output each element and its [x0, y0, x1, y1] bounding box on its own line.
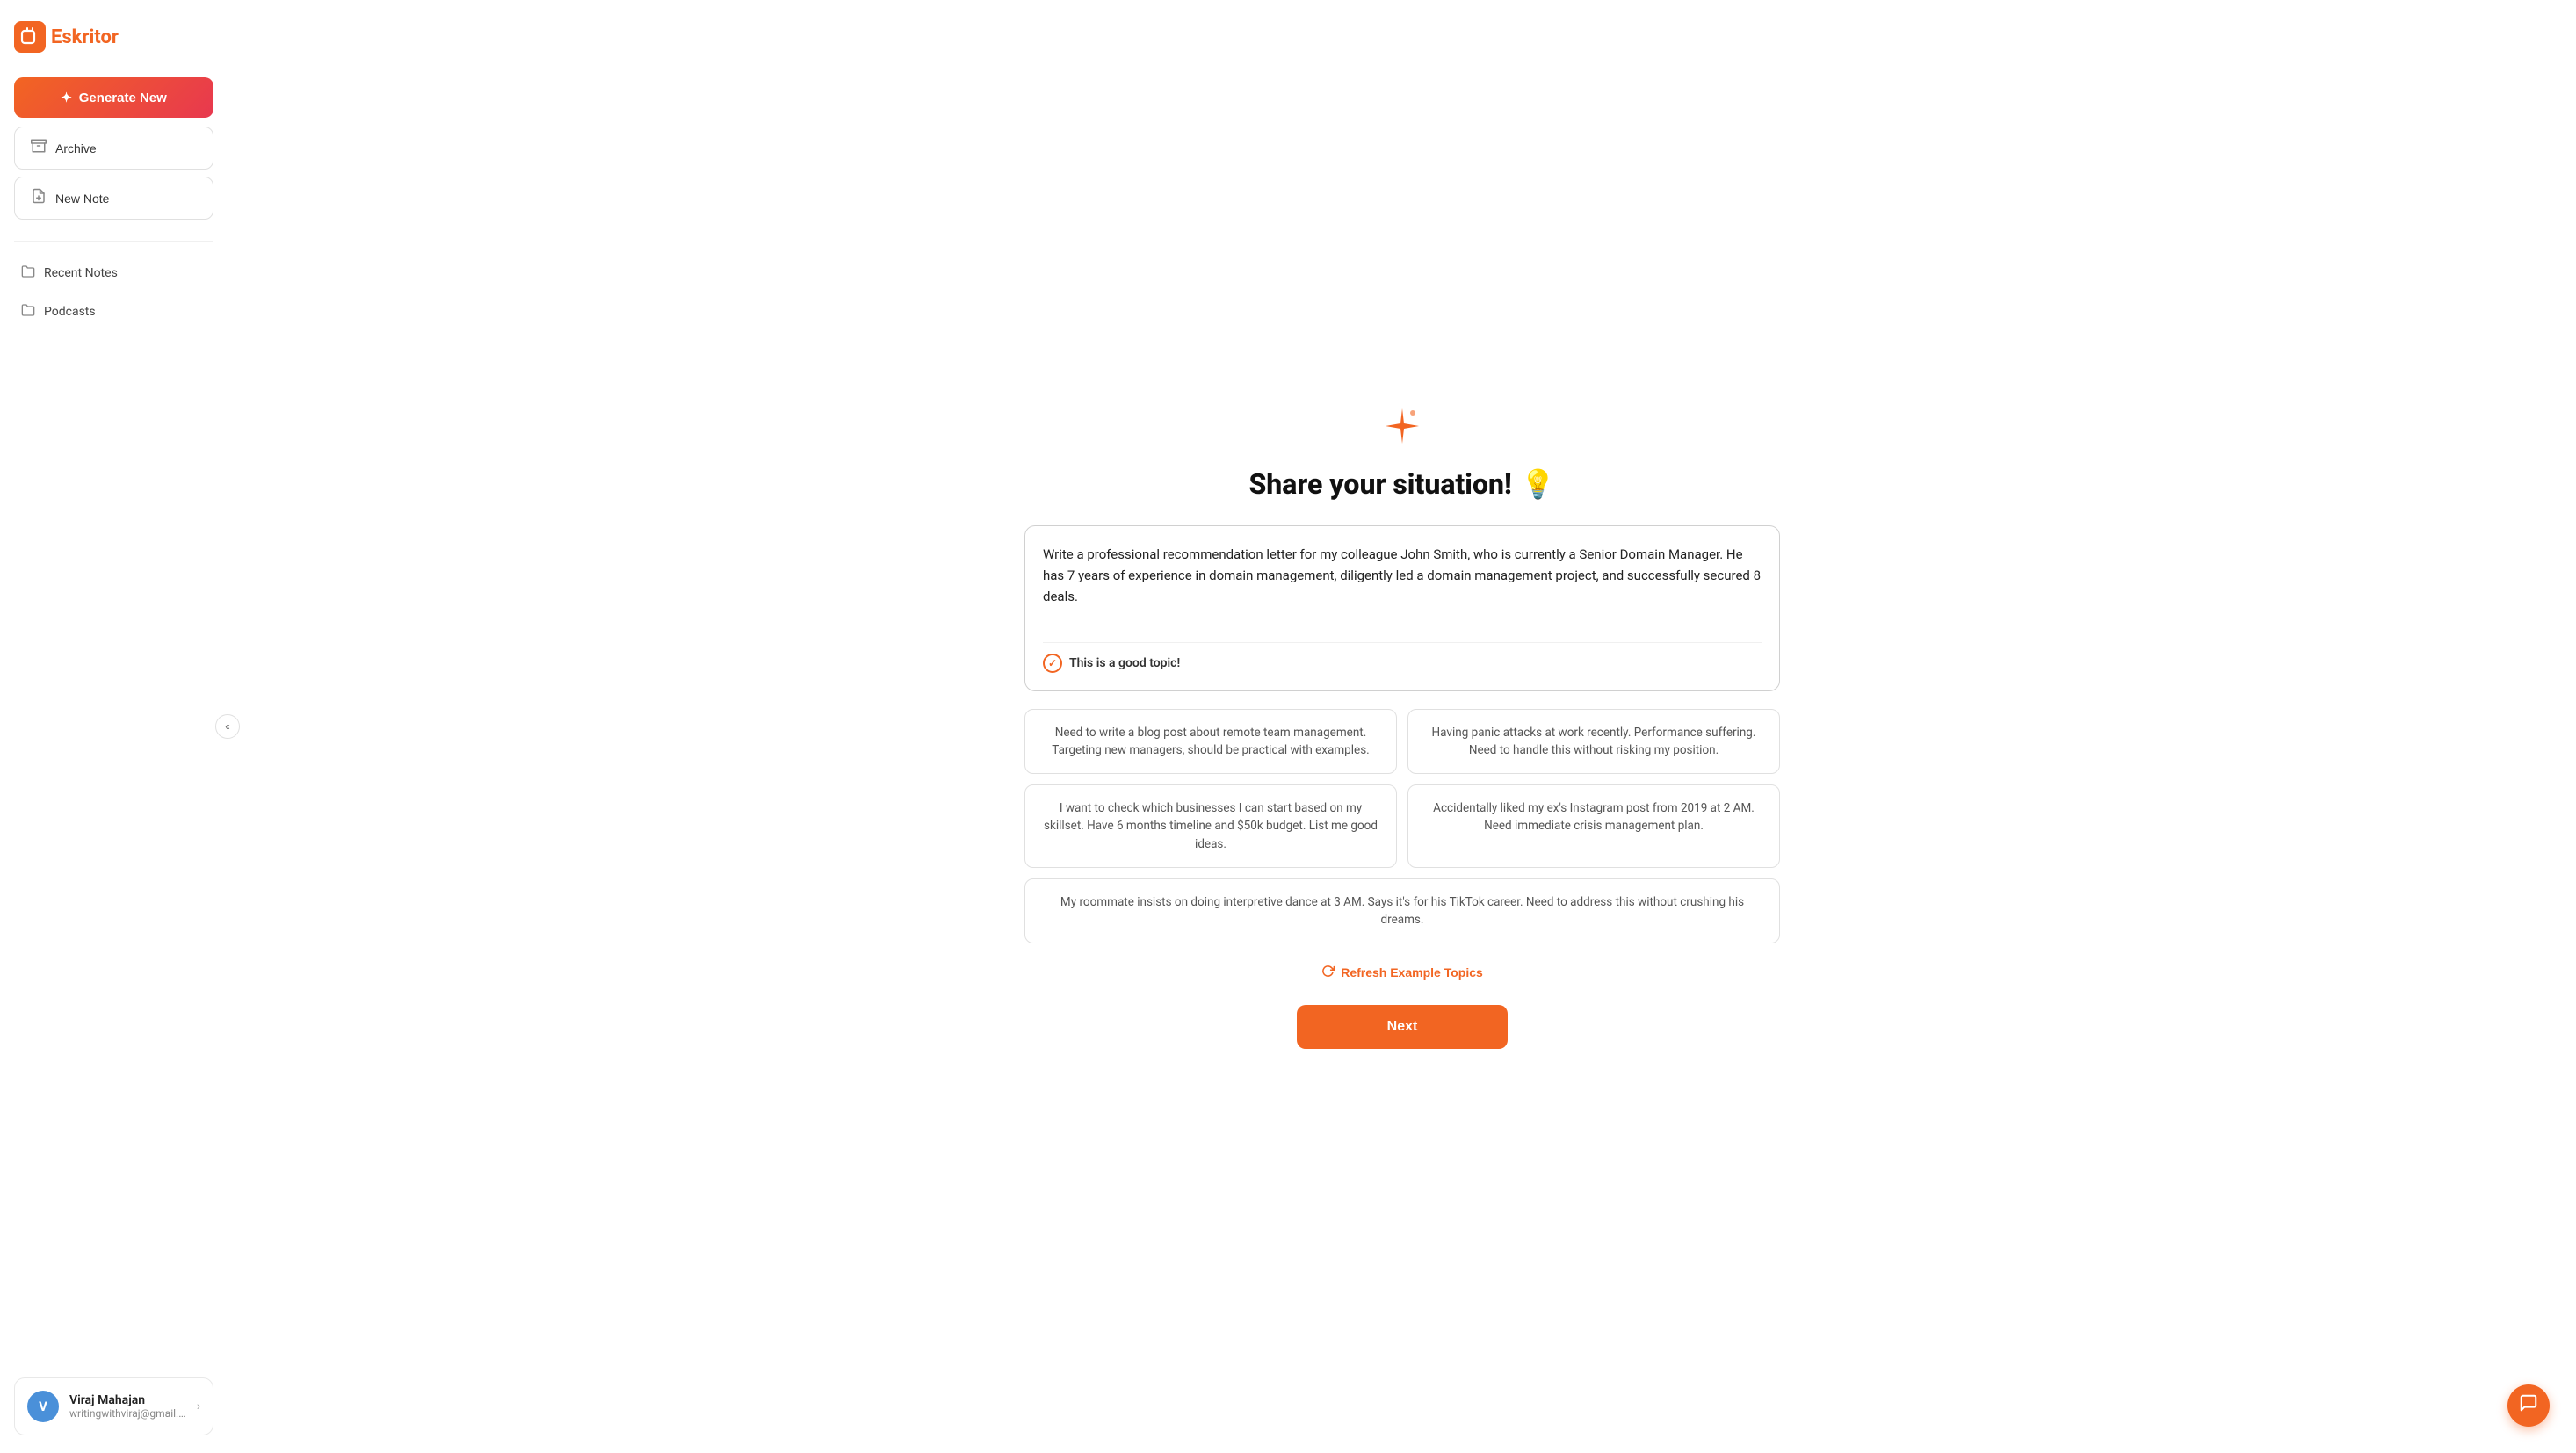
sidebar-item-podcasts[interactable]: Podcasts	[14, 294, 213, 329]
user-name: Viraj Mahajan	[69, 1393, 186, 1407]
example-topic-3[interactable]: I want to check which businesses I can s…	[1024, 784, 1397, 868]
logo-area: Eskritor	[14, 18, 213, 56]
check-circle-icon: ✓	[1043, 654, 1062, 673]
main-content-area: Share your situation! 💡 ✓ This is a good…	[228, 0, 2576, 1453]
example-topic-2[interactable]: Having panic attacks at work recently. P…	[1407, 709, 1780, 775]
topic-textarea[interactable]	[1043, 544, 1762, 628]
podcasts-label: Podcasts	[44, 305, 96, 319]
example-topic-4[interactable]: Accidentally liked my ex's Instagram pos…	[1407, 784, 1780, 868]
example-topics-grid: Need to write a blog post about remote t…	[1024, 709, 1780, 868]
next-button[interactable]: Next	[1297, 1005, 1508, 1049]
logo-brand: Eskritor	[51, 26, 119, 48]
user-email: writingwithviraj@gmail.com	[69, 1407, 186, 1420]
refresh-label: Refresh Example Topics	[1341, 965, 1483, 980]
next-label: Next	[1387, 1019, 1418, 1034]
sidebar: Eskritor ✦ Generate New Archive New No	[0, 0, 228, 1453]
recent-notes-label: Recent Notes	[44, 266, 118, 280]
title-text: Share your situation!	[1248, 467, 1511, 501]
lightbulb-emoji: 💡	[1521, 467, 1556, 501]
new-note-button[interactable]: New Note	[14, 177, 213, 220]
refresh-icon	[1321, 965, 1335, 980]
sparkle-decoration-icon	[1380, 404, 1424, 457]
support-icon	[2519, 1393, 2538, 1418]
good-topic-badge: ✓ This is a good topic!	[1043, 642, 1762, 673]
logo-text: Eskritor	[51, 26, 119, 48]
topic-input-container: ✓ This is a good topic!	[1024, 525, 1780, 691]
folder-icon	[21, 264, 35, 282]
sparkle-icon: ✦	[61, 90, 72, 105]
archive-icon	[31, 138, 47, 158]
example-topic-5[interactable]: My roommate insists on doing interpretiv…	[1024, 878, 1780, 944]
sidebar-divider	[14, 241, 213, 242]
archive-button[interactable]: Archive	[14, 127, 213, 170]
page-title: Share your situation! 💡	[1248, 467, 1555, 501]
main-content-wrapper: Share your situation! 💡 ✓ This is a good…	[1024, 404, 1780, 1050]
logo-icon	[14, 21, 46, 53]
user-info: Viraj Mahajan writingwithviraj@gmail.com	[69, 1393, 186, 1420]
refresh-example-topics-button[interactable]: Refresh Example Topics	[1321, 961, 1483, 984]
collapse-icon: «	[225, 720, 230, 733]
sidebar-item-recent-notes[interactable]: Recent Notes	[14, 256, 213, 291]
generate-btn-label: Generate New	[79, 90, 167, 105]
example-topic-1[interactable]: Need to write a blog post about remote t…	[1024, 709, 1397, 775]
chevron-right-icon: ›	[197, 1399, 200, 1413]
avatar: V	[27, 1391, 59, 1422]
collapse-sidebar-button[interactable]: «	[215, 714, 240, 739]
archive-label: Archive	[55, 141, 97, 155]
good-topic-text: This is a good topic!	[1069, 656, 1180, 670]
new-note-icon	[31, 188, 47, 208]
support-button[interactable]	[2507, 1384, 2550, 1427]
podcasts-folder-icon	[21, 303, 35, 321]
new-note-label: New Note	[55, 192, 109, 206]
user-profile-area[interactable]: V Viraj Mahajan writingwithviraj@gmail.c…	[14, 1377, 213, 1435]
generate-new-button[interactable]: ✦ Generate New	[14, 77, 213, 118]
